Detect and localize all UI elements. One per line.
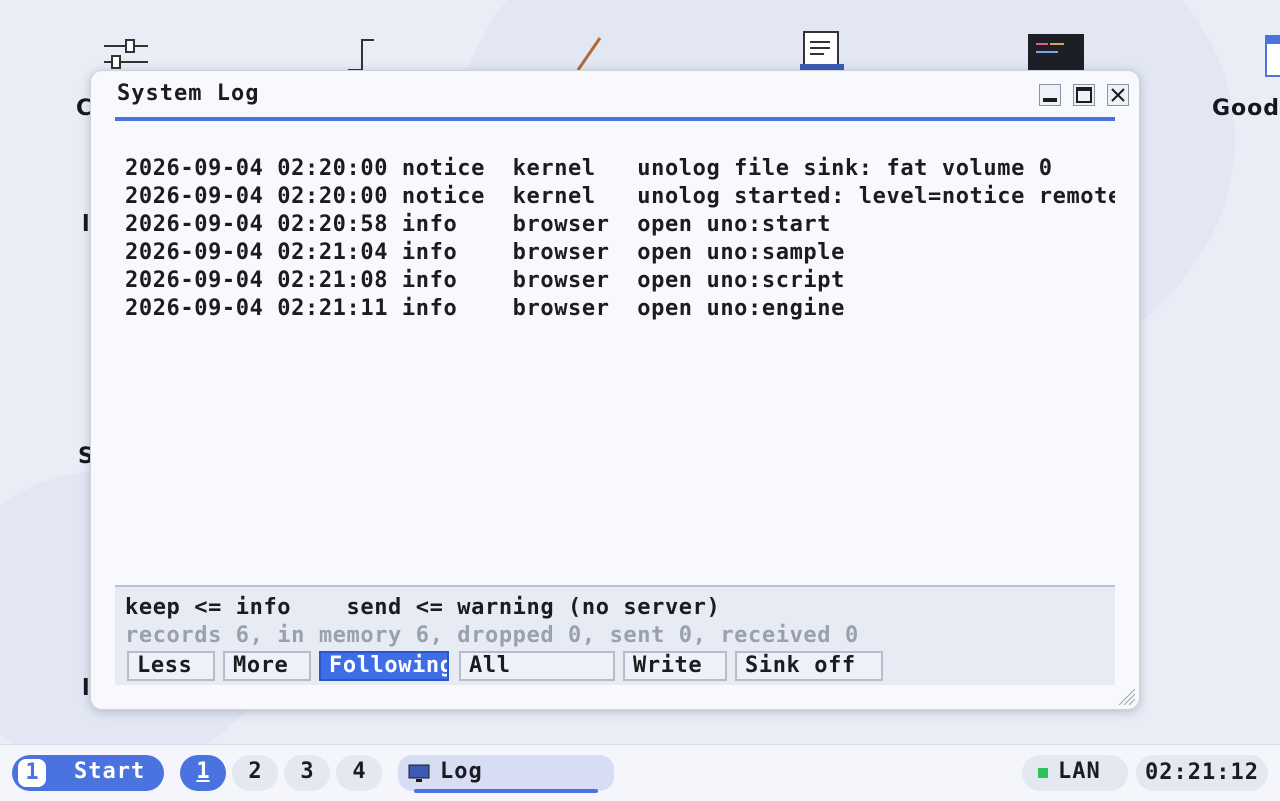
chart-icon[interactable] bbox=[340, 36, 380, 70]
following-toggle[interactable]: Following bbox=[319, 651, 449, 681]
maximize-button[interactable] bbox=[1073, 84, 1095, 106]
log-status-panel: keep <= info send <= warning (no server)… bbox=[115, 585, 1115, 685]
minimize-button[interactable] bbox=[1039, 84, 1061, 106]
taskbar-item-log[interactable]: Log bbox=[398, 755, 614, 793]
taskbar: 1 Start 1 2 3 4 Log LAN 02:21:12 bbox=[0, 744, 1280, 801]
workspace-button-4[interactable]: 4 bbox=[336, 755, 382, 791]
minimize-icon bbox=[1043, 98, 1057, 102]
start-number-badge: 1 bbox=[18, 759, 46, 787]
maximize-icon bbox=[1076, 87, 1092, 103]
clock[interactable]: 02:21:12 bbox=[1136, 755, 1268, 791]
all-filter-field[interactable]: All bbox=[459, 651, 615, 681]
log-view[interactable]: 2026-09-04 02:20:00 notice kernel unolog… bbox=[125, 155, 1115, 575]
workspace-button-3[interactable]: 3 bbox=[284, 755, 330, 791]
log-line: 2026-09-04 02:20:00 notice kernel unolog… bbox=[125, 156, 1053, 181]
settings-sliders-icon[interactable] bbox=[100, 36, 152, 70]
close-button[interactable] bbox=[1107, 84, 1129, 106]
document-icon[interactable] bbox=[798, 30, 846, 70]
terminal-icon[interactable] bbox=[1028, 34, 1084, 70]
monitor-icon bbox=[408, 764, 430, 782]
log-line: 2026-09-04 02:21:08 info browser open un… bbox=[125, 268, 845, 293]
start-label: Start bbox=[74, 759, 146, 784]
close-icon bbox=[1111, 88, 1125, 102]
less-button[interactable]: Less bbox=[127, 651, 215, 681]
taskbar-item-label: Log bbox=[440, 759, 483, 784]
resize-grip-icon[interactable] bbox=[1117, 687, 1135, 705]
window-title: System Log bbox=[117, 81, 260, 106]
log-line: 2026-09-04 02:21:04 info browser open un… bbox=[125, 240, 845, 265]
network-status-dot bbox=[1038, 768, 1048, 778]
file-icon[interactable] bbox=[1262, 34, 1280, 78]
log-levels-text: keep <= info send <= warning (no server) bbox=[125, 595, 721, 620]
write-button[interactable]: Write bbox=[623, 651, 727, 681]
sink-off-button[interactable]: Sink off bbox=[735, 651, 883, 681]
pen-icon[interactable] bbox=[570, 36, 610, 70]
window-titlebar[interactable]: System Log bbox=[115, 71, 1129, 119]
log-line: 2026-09-04 02:21:11 info browser open un… bbox=[125, 296, 845, 321]
system-log-window: System Log 2026-09-04 02:20:00 notice ke… bbox=[90, 70, 1140, 710]
desktop-icon-label[interactable]: Good bbox=[1212, 96, 1280, 121]
network-label: LAN bbox=[1058, 759, 1101, 784]
active-task-indicator bbox=[414, 789, 598, 793]
start-button[interactable]: 1 Start bbox=[12, 755, 164, 791]
workspace-button-2[interactable]: 2 bbox=[232, 755, 278, 791]
network-status[interactable]: LAN bbox=[1022, 755, 1128, 791]
more-button[interactable]: More bbox=[223, 651, 311, 681]
title-accent-rule bbox=[115, 117, 1115, 121]
log-stats-text: records 6, in memory 6, dropped 0, sent … bbox=[125, 623, 859, 648]
workspace-button-1[interactable]: 1 bbox=[180, 755, 226, 791]
log-line: 2026-09-04 02:20:00 notice kernel unolog… bbox=[125, 184, 1115, 209]
log-line: 2026-09-04 02:20:58 info browser open un… bbox=[125, 212, 832, 237]
